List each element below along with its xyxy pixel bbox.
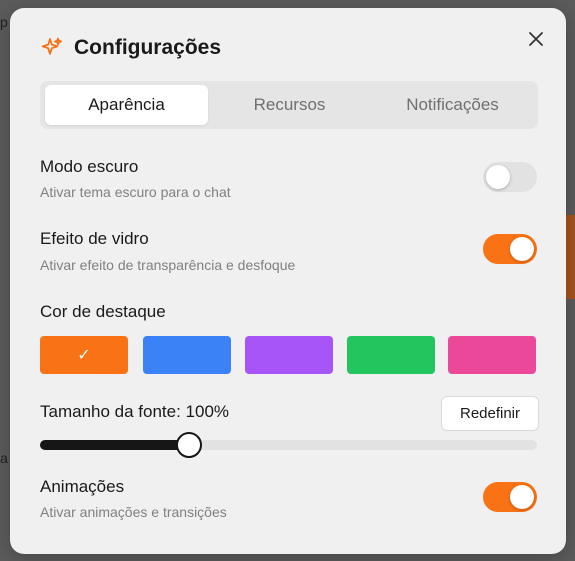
toggle-knob bbox=[510, 237, 534, 261]
accent-swatch-orange[interactable]: ✓ bbox=[40, 336, 128, 374]
accent-swatch-green[interactable] bbox=[347, 336, 435, 374]
glass-effect-toggle[interactable] bbox=[483, 234, 537, 264]
close-button[interactable] bbox=[524, 27, 548, 51]
background-text: p bbox=[0, 14, 8, 30]
sparkles-icon bbox=[40, 36, 64, 60]
slider-fill bbox=[40, 440, 189, 450]
dialog-title: Configurações bbox=[74, 36, 222, 59]
font-size-label: Tamanho da fonte: 100% bbox=[40, 402, 230, 421]
toggle-knob bbox=[510, 485, 534, 509]
glass-effect-title: Efeito de vidro bbox=[40, 229, 149, 248]
tab-features[interactable]: Recursos bbox=[208, 85, 371, 125]
toggle-knob bbox=[486, 165, 510, 189]
tab-notifications[interactable]: Notificações bbox=[371, 85, 534, 125]
reset-font-size-button[interactable]: Redefinir bbox=[441, 396, 539, 431]
dark-mode-toggle[interactable] bbox=[483, 162, 537, 192]
font-size-slider[interactable] bbox=[40, 432, 537, 458]
glass-effect-subtitle: Ativar efeito de transparência e desfoqu… bbox=[40, 257, 296, 273]
accent-color-title: Cor de destaque bbox=[40, 302, 166, 321]
dark-mode-title: Modo escuro bbox=[40, 157, 139, 176]
accent-swatch-pink[interactable] bbox=[448, 336, 536, 374]
check-icon: ✓ bbox=[77, 347, 91, 364]
animations-title: Animações bbox=[40, 477, 125, 496]
animations-subtitle: Ativar animações e transições bbox=[40, 504, 227, 520]
accent-swatch-purple[interactable] bbox=[245, 336, 333, 374]
background-text: a bbox=[0, 450, 8, 466]
tab-appearance[interactable]: Aparência bbox=[45, 85, 208, 125]
accent-swatch-blue[interactable] bbox=[143, 336, 231, 374]
close-icon bbox=[529, 32, 543, 46]
animations-toggle[interactable] bbox=[483, 482, 537, 512]
tab-bar: Aparência Recursos Notificações bbox=[40, 81, 538, 129]
dialog-header: Configurações bbox=[40, 36, 221, 60]
slider-thumb[interactable] bbox=[176, 432, 202, 458]
settings-dialog: Configurações Aparência Recursos Notific… bbox=[10, 8, 566, 554]
dark-mode-subtitle: Ativar tema escuro para o chat bbox=[40, 184, 231, 200]
